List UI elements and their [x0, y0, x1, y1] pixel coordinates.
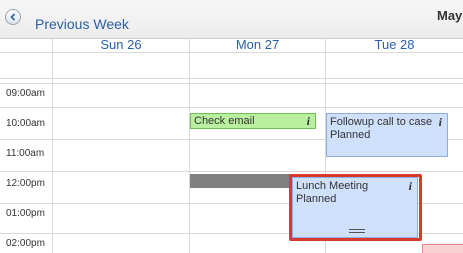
selection-highlight	[289, 174, 422, 241]
time-label: 09:00am	[6, 88, 45, 99]
info-icon[interactable]: i	[307, 115, 310, 128]
grid-line	[0, 107, 463, 108]
event-partial[interactable]	[422, 244, 463, 253]
previous-week-link[interactable]: Previous Week	[35, 16, 129, 32]
month-label: May	[437, 8, 463, 23]
event-title: Followup call to case	[330, 116, 433, 128]
column-divider	[52, 38, 53, 253]
time-label: 11:00am	[6, 148, 45, 159]
time-label: 02:00pm	[6, 238, 45, 249]
chevron-left-icon	[10, 13, 16, 21]
time-label: 01:00pm	[6, 208, 45, 219]
event-status: Planned	[330, 129, 371, 141]
busy-block	[190, 174, 292, 188]
event-followup-call[interactable]: Followup call to case Planned i	[326, 113, 448, 157]
column-divider	[189, 38, 190, 253]
event-check-email[interactable]: Check email i	[190, 113, 316, 129]
time-label: 10:00am	[6, 118, 45, 129]
info-icon[interactable]: i	[439, 116, 442, 129]
event-title: Check email	[194, 115, 255, 127]
grid-line	[0, 52, 463, 53]
previous-week-button[interactable]	[5, 9, 21, 25]
day-header-sun[interactable]: Sun 26	[53, 38, 189, 52]
day-header-mon[interactable]: Mon 27	[190, 38, 325, 52]
grid-line	[0, 171, 463, 172]
grid-line	[0, 83, 463, 84]
calendar-toolbar: Previous Week May	[0, 0, 463, 39]
day-header-tue[interactable]: Tue 28	[326, 38, 463, 52]
time-label: 12:00pm	[6, 178, 45, 189]
grid-line	[0, 78, 463, 79]
